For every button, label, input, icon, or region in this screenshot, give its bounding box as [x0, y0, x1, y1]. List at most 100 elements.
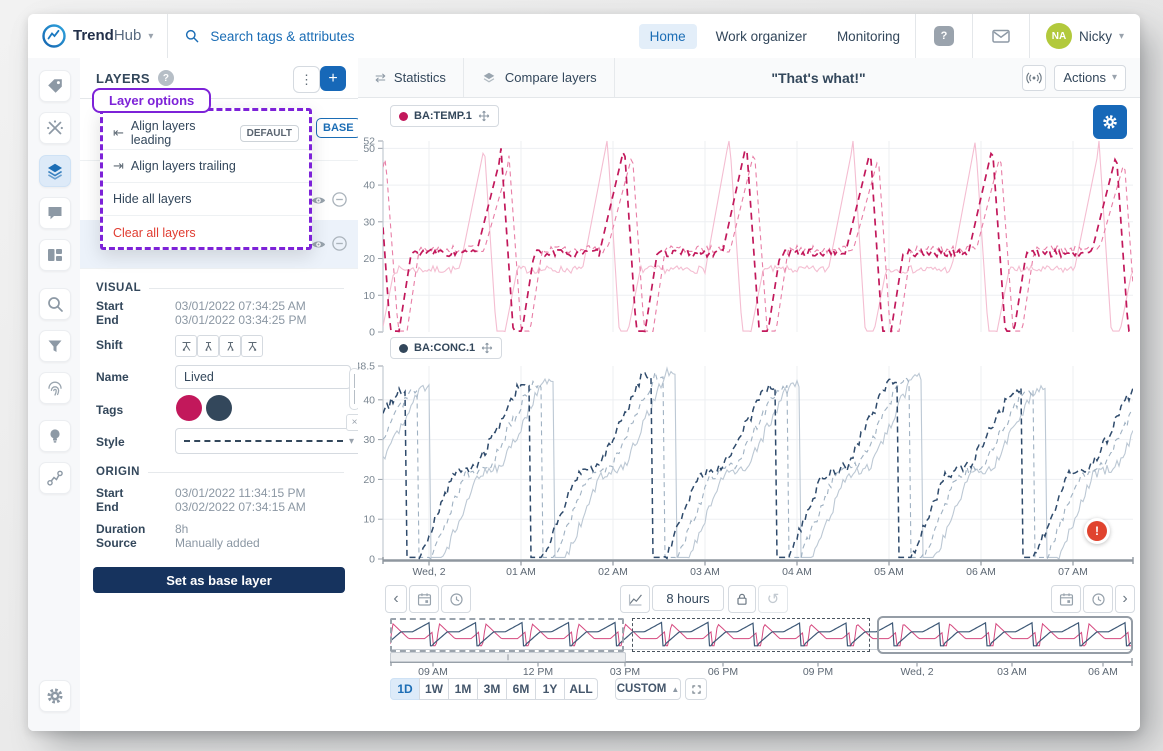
layer-name-input[interactable] — [175, 365, 351, 389]
range-1m-button[interactable]: 1M — [448, 678, 478, 700]
visual-start-label: Start — [96, 299, 123, 313]
sidebar-item-insights[interactable] — [39, 420, 71, 452]
time-window-label[interactable]: 8 hours — [652, 585, 724, 611]
history-reset-button[interactable]: ↺ — [758, 585, 788, 613]
user-menu[interactable]: NA Nicky ▾ — [1030, 23, 1140, 49]
select-chevron-down-icon: ▾ — [349, 436, 354, 447]
inbox-button[interactable] — [991, 26, 1011, 46]
eye-icon[interactable] — [310, 236, 327, 253]
svg-text:09 AM: 09 AM — [418, 666, 448, 676]
move-icon[interactable] — [481, 342, 493, 354]
start-time-button[interactable] — [441, 585, 471, 613]
compare-layers-button[interactable]: Compare layers — [464, 58, 615, 97]
shift-far-right-button[interactable] — [241, 335, 263, 357]
range-1y-button[interactable]: 1Y — [535, 678, 565, 700]
toolbar-right: Actions▾ — [1022, 58, 1140, 97]
layers-help-icon[interactable]: ? — [158, 70, 174, 86]
menu-item-align-leading[interactable]: ⇤ Align layers leading DEFAULT — [103, 117, 309, 150]
desktop-background: TrendHub ▾ Home Work organizer Monitorin… — [0, 0, 1163, 751]
chart-settings-button[interactable] — [1093, 105, 1127, 139]
live-broadcast-button[interactable] — [1022, 65, 1046, 91]
svg-text:10: 10 — [363, 290, 375, 302]
tag-icon — [45, 76, 65, 96]
svg-text:Wed, 2: Wed, 2 — [412, 566, 445, 578]
svg-text:40: 40 — [363, 180, 375, 192]
end-date-button[interactable] — [1051, 585, 1081, 613]
add-layer-button[interactable]: + — [320, 66, 346, 91]
menu-item-align-trailing[interactable]: ⇥ Align layers trailing — [103, 150, 309, 183]
shift-right-button[interactable] — [219, 335, 241, 357]
sidebar-item-comments[interactable] — [39, 197, 71, 229]
base-layer-badge: BASE — [316, 118, 361, 138]
end-time-button[interactable] — [1083, 585, 1113, 613]
shift-far-left-button[interactable] — [175, 335, 197, 357]
chart-tag-chip-conc[interactable]: BA:CONC.1 — [390, 337, 502, 359]
sidebar-item-search[interactable] — [39, 288, 71, 320]
remove-layer-icon[interactable] — [331, 235, 348, 252]
shift-left-button[interactable] — [197, 335, 219, 357]
tag-color-dot-navy[interactable] — [206, 395, 232, 421]
overview-brush-origin[interactable] — [877, 616, 1133, 654]
annotation-callout-label: Layer options — [92, 88, 211, 113]
lock-window-button[interactable] — [728, 585, 756, 613]
range-3m-button[interactable]: 3M — [477, 678, 507, 700]
expand-range-button[interactable] — [685, 678, 707, 700]
range-6m-button[interactable]: 6M — [506, 678, 536, 700]
brand-chevron-down-icon[interactable]: ▾ — [148, 31, 153, 42]
range-all-button[interactable]: ALL — [564, 678, 598, 700]
svg-text:04 AM: 04 AM — [782, 566, 812, 578]
visual-section-heading: VISUAL — [96, 282, 344, 294]
range-1d-button[interactable]: 1D — [390, 678, 420, 700]
settings-button[interactable] — [39, 680, 71, 712]
line-style-select[interactable]: ▾ — [175, 428, 363, 454]
sidebar-item-fingerprint[interactable] — [39, 372, 71, 404]
sidebar-item-dashboards[interactable] — [39, 239, 71, 271]
overview-brush-visual[interactable] — [390, 618, 624, 652]
nav-item-monitoring[interactable]: Monitoring — [826, 24, 911, 49]
pan-left-button[interactable]: ‹ — [385, 585, 407, 613]
move-icon[interactable] — [478, 110, 490, 122]
tags-label: Tags — [96, 403, 123, 417]
origin-start-value: 03/01/2022 11:34:15 PM — [175, 486, 306, 500]
search-input[interactable] — [208, 28, 472, 45]
svg-text:01 AM: 01 AM — [506, 566, 536, 578]
nav-item-home[interactable]: Home — [639, 24, 697, 49]
sidebar-item-tags[interactable] — [39, 70, 71, 102]
chart-tag-chip-temp[interactable]: BA:TEMP.1 — [390, 105, 499, 127]
layer-options-button[interactable]: ⋮ — [293, 66, 320, 93]
help-button[interactable]: ? — [934, 26, 954, 46]
sidebar-item-layers[interactable] — [39, 155, 71, 187]
brand-logo[interactable]: TrendHub ▾ — [28, 24, 167, 48]
remove-layer-icon[interactable] — [331, 191, 348, 208]
global-search — [168, 28, 488, 45]
sidebar-item-connections[interactable] — [39, 462, 71, 494]
tag-color-dot-pink[interactable] — [176, 395, 202, 421]
trend-line-icon — [627, 591, 644, 608]
origin-end-label: End — [96, 500, 119, 514]
eye-icon[interactable] — [310, 192, 327, 209]
pan-right-button[interactable]: › — [1115, 585, 1135, 613]
brush-drag-handle[interactable]: ∥ — [390, 652, 626, 662]
sidebar-item-formulas[interactable] — [39, 112, 71, 144]
alert-badge[interactable]: ! — [1084, 518, 1110, 544]
comment-icon — [45, 203, 65, 223]
duration-value: 8h — [175, 522, 188, 536]
layers-panel-title: LAYERS — [96, 71, 150, 86]
trend-mode-button[interactable] — [620, 585, 650, 613]
actions-button[interactable]: Actions▾ — [1054, 65, 1126, 91]
sidebar-item-filters[interactable] — [39, 330, 71, 362]
menu-item-hide-all-layers[interactable]: Hide all layers — [103, 183, 309, 216]
custom-range-button[interactable]: CUSTOM▲ — [615, 678, 681, 700]
nav-item-work-organizer[interactable]: Work organizer — [705, 24, 818, 49]
origin-start-label: Start — [96, 486, 123, 500]
align-trailing-icon: ⇥ — [113, 158, 124, 174]
chevron-up-icon: ▲ — [671, 685, 679, 694]
svg-text:06 AM: 06 AM — [1088, 666, 1118, 676]
menu-item-clear-all-layers[interactable]: Clear all layers — [103, 216, 309, 249]
start-date-button[interactable] — [409, 585, 439, 613]
magic-wands-icon — [45, 118, 65, 138]
range-1w-button[interactable]: 1W — [419, 678, 449, 700]
overview-brush-secondary[interactable] — [632, 618, 870, 652]
statistics-button[interactable]: ⇄ Statistics — [358, 58, 464, 97]
set-base-layer-button[interactable]: Set as base layer — [93, 567, 345, 593]
